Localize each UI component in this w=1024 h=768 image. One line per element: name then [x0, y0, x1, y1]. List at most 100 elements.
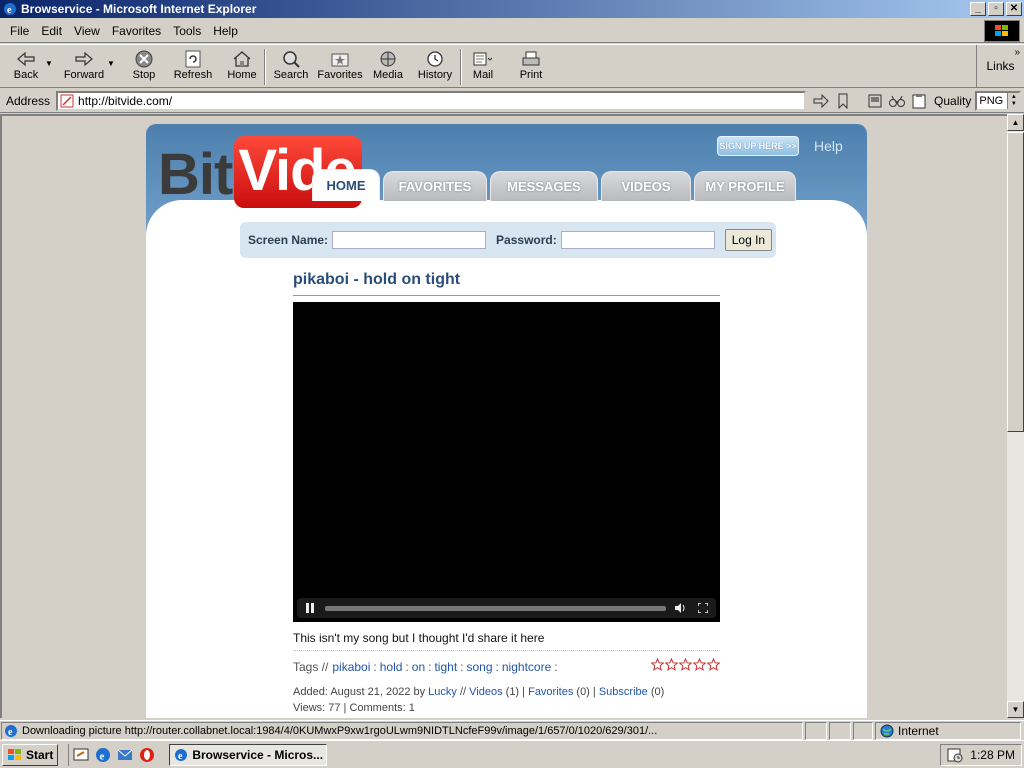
- clock[interactable]: 1:28 PM: [970, 748, 1015, 762]
- ie-logo-icon: e: [3, 2, 17, 16]
- page-icon: [60, 94, 74, 108]
- links-bar[interactable]: Links »: [976, 45, 1024, 87]
- refresh-label: Refresh: [173, 69, 213, 81]
- taskbar-item-browservice[interactable]: e Browservice - Micros...: [169, 743, 328, 766]
- tag-link[interactable]: hold: [380, 660, 403, 674]
- status-cell: [829, 721, 851, 740]
- menu-tools[interactable]: Tools: [167, 24, 207, 38]
- password-input[interactable]: [560, 231, 715, 249]
- stop-button[interactable]: Stop: [126, 45, 162, 87]
- standard-toolbar: Back ▼ Forward ▼ Stop Refresh Home Searc…: [0, 44, 1024, 88]
- favorites-link[interactable]: Favorites: [528, 686, 573, 698]
- go-arrow-icon[interactable]: [812, 92, 830, 110]
- minimize-button[interactable]: _: [970, 2, 986, 16]
- outlook-quicklaunch-icon[interactable]: [117, 747, 133, 763]
- tag-link[interactable]: on: [412, 660, 425, 674]
- start-button[interactable]: Start: [2, 743, 59, 766]
- scroll-thumb[interactable]: [1007, 132, 1024, 432]
- tab-videos[interactable]: VIDEOS: [601, 171, 691, 201]
- windows-flag-icon: [7, 748, 23, 762]
- rating-star-icon[interactable]: [665, 658, 678, 671]
- tag-link[interactable]: tight: [434, 660, 457, 674]
- fullscreen-icon[interactable]: [696, 603, 710, 613]
- menu-file[interactable]: File: [4, 24, 35, 38]
- refresh-button[interactable]: Refresh: [172, 45, 214, 87]
- pause-icon[interactable]: [303, 603, 317, 613]
- maximize-button[interactable]: ▫: [988, 2, 1004, 16]
- video-player[interactable]: [293, 302, 720, 622]
- svg-text:e: e: [8, 727, 13, 738]
- status-text: Downloading picture http://router.collab…: [22, 724, 658, 737]
- subscribe-link[interactable]: Subscribe: [599, 686, 648, 698]
- tag-link[interactable]: nightcore: [502, 660, 551, 674]
- subscribe-count: (0): [650, 686, 665, 698]
- quick-launch: e: [68, 743, 155, 766]
- rating-star-icon[interactable]: [679, 658, 692, 671]
- tray-scheduler-icon[interactable]: [947, 747, 963, 763]
- videos-link[interactable]: Videos: [469, 686, 502, 698]
- home-button[interactable]: Home: [224, 45, 260, 87]
- opera-quicklaunch-icon[interactable]: [139, 747, 155, 763]
- seek-bar[interactable]: [325, 605, 666, 611]
- ie-quicklaunch-icon[interactable]: e: [95, 747, 111, 763]
- login-bar: Screen Name: Password: Log In: [240, 222, 776, 258]
- window-titlebar[interactable]: e Browservice - Microsoft Internet Explo…: [0, 0, 1024, 18]
- volume-icon[interactable]: [674, 603, 688, 613]
- taskbar-item-label: Browservice - Micros...: [192, 747, 324, 762]
- quality-spinner-icon[interactable]: ▲ ▼: [1007, 92, 1020, 109]
- tab-messages[interactable]: MESSAGES: [490, 171, 598, 201]
- screen-name-input[interactable]: [332, 231, 487, 249]
- login-button[interactable]: Log In: [724, 229, 773, 251]
- menu-view[interactable]: View: [68, 24, 106, 38]
- show-desktop-icon[interactable]: [73, 747, 89, 763]
- rating-star-icon[interactable]: [651, 658, 664, 671]
- close-button[interactable]: ✕: [1006, 2, 1022, 16]
- links-label: Links: [986, 59, 1015, 73]
- save-page-icon[interactable]: [866, 92, 884, 110]
- status-cell: [853, 721, 873, 740]
- menu-favorites[interactable]: Favorites: [106, 24, 167, 38]
- home-icon: [231, 49, 253, 69]
- added-text: Added: August 21, 2022 by: [293, 686, 426, 698]
- video-description: This isn't my song but I thought I'd sha…: [293, 631, 545, 645]
- back-button[interactable]: Back: [8, 45, 44, 87]
- menu-bar: File Edit View Favorites Tools Help: [0, 19, 1024, 43]
- views-comments: Views: 77 | Comments: 1: [293, 702, 415, 714]
- mail-icon: [472, 49, 494, 69]
- mail-button[interactable]: Mail: [466, 45, 500, 87]
- links-chevron-icon[interactable]: »: [1014, 47, 1020, 58]
- print-button[interactable]: Print: [516, 45, 546, 87]
- scroll-up-icon[interactable]: ▲: [1007, 114, 1024, 131]
- forward-dropdown-icon[interactable]: ▼: [106, 59, 116, 68]
- internet-globe-icon: [880, 724, 894, 738]
- signup-button[interactable]: SIGN UP HERE >>: [717, 136, 799, 156]
- address-input[interactable]: http://bitvide.com/: [56, 90, 807, 111]
- forward-button[interactable]: Forward: [62, 45, 106, 87]
- help-link[interactable]: Help: [814, 138, 843, 154]
- status-page-icon: e: [4, 724, 18, 738]
- history-button[interactable]: History: [414, 45, 456, 87]
- rating-stars[interactable]: [651, 658, 720, 671]
- tag-link[interactable]: song: [467, 660, 493, 674]
- menu-help[interactable]: Help: [207, 24, 244, 38]
- tab-favorites[interactable]: FAVORITES: [383, 171, 487, 201]
- vertical-scrollbar[interactable]: ▲ ▼: [1007, 114, 1024, 718]
- taskbar: Start e e Browservice - Micros... 1:28 P…: [0, 740, 1024, 768]
- bookmark-icon[interactable]: [834, 92, 852, 110]
- tab-home[interactable]: HOME: [312, 169, 380, 201]
- favorites-button[interactable]: Favorites: [316, 45, 364, 87]
- tab-my-profile[interactable]: MY PROFILE: [694, 171, 796, 201]
- find-binoculars-icon[interactable]: [888, 92, 906, 110]
- media-button[interactable]: Media: [368, 45, 408, 87]
- back-dropdown-icon[interactable]: ▼: [44, 59, 54, 68]
- logo-bit-text: Bit: [158, 142, 233, 207]
- search-button[interactable]: Search: [270, 45, 312, 87]
- menu-edit[interactable]: Edit: [35, 24, 68, 38]
- clipboard-icon[interactable]: [910, 92, 928, 110]
- author-link[interactable]: Lucky: [428, 686, 457, 698]
- quality-select[interactable]: PNG ▲ ▼: [975, 90, 1022, 111]
- rating-star-icon[interactable]: [707, 658, 720, 671]
- rating-star-icon[interactable]: [693, 658, 706, 671]
- tag-link[interactable]: pikaboi: [332, 660, 370, 674]
- scroll-down-icon[interactable]: ▼: [1007, 701, 1024, 718]
